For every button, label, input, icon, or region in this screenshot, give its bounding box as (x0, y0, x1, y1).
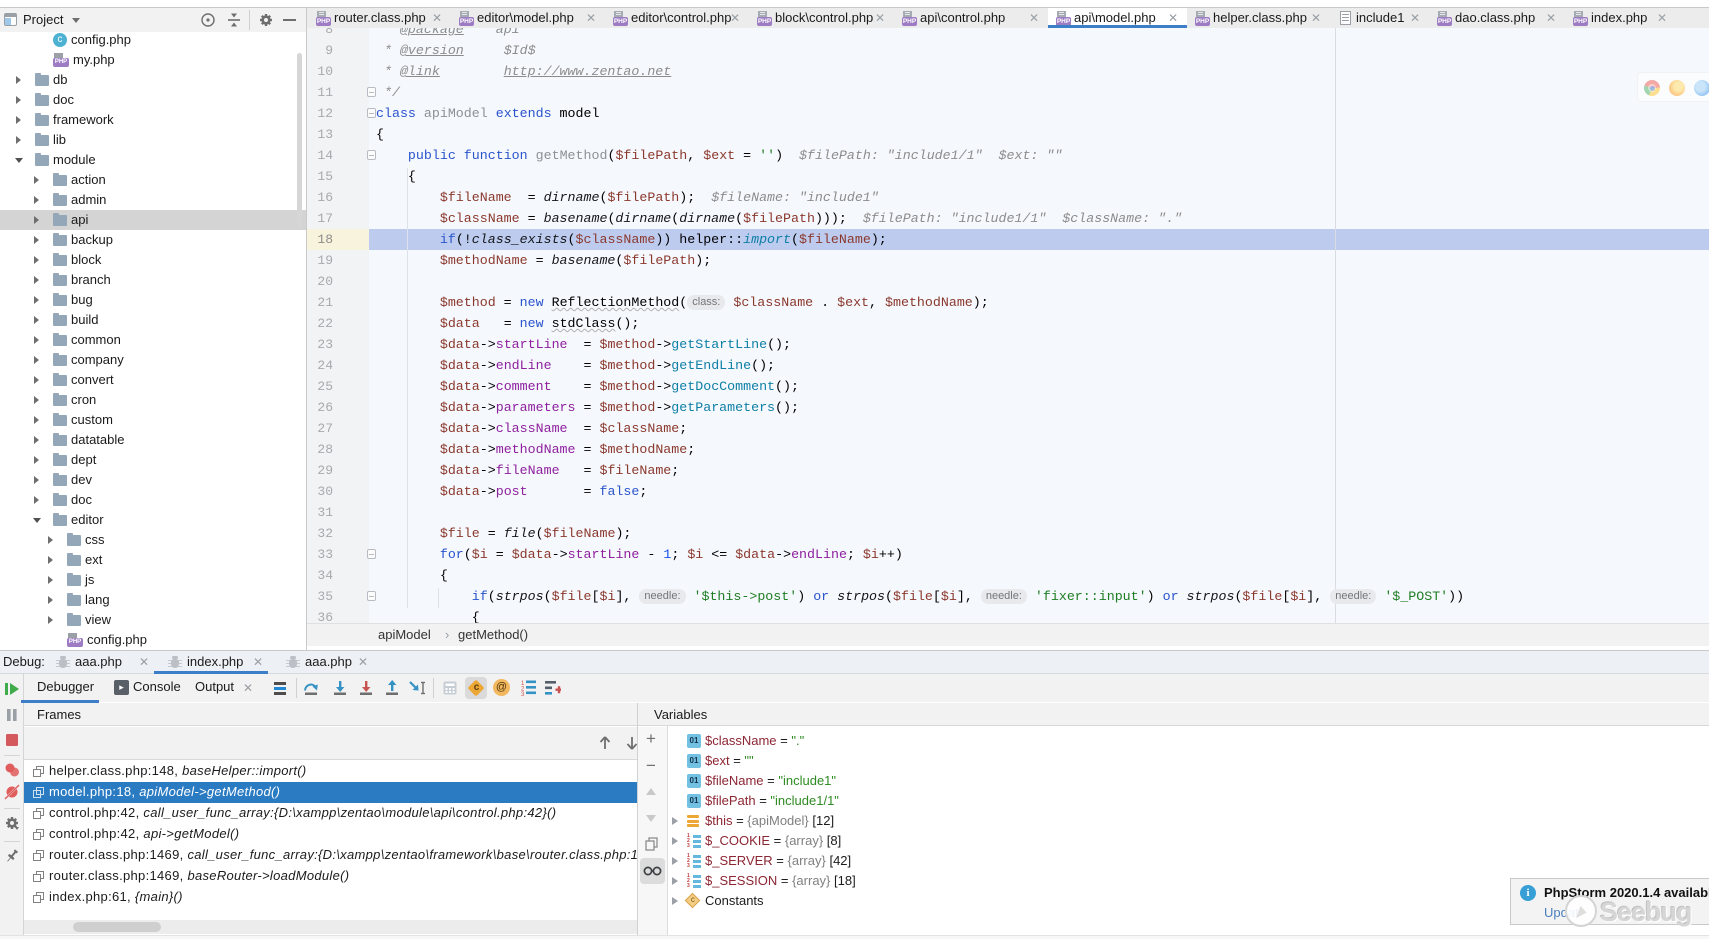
svg-text:3: 3 (521, 692, 525, 696)
